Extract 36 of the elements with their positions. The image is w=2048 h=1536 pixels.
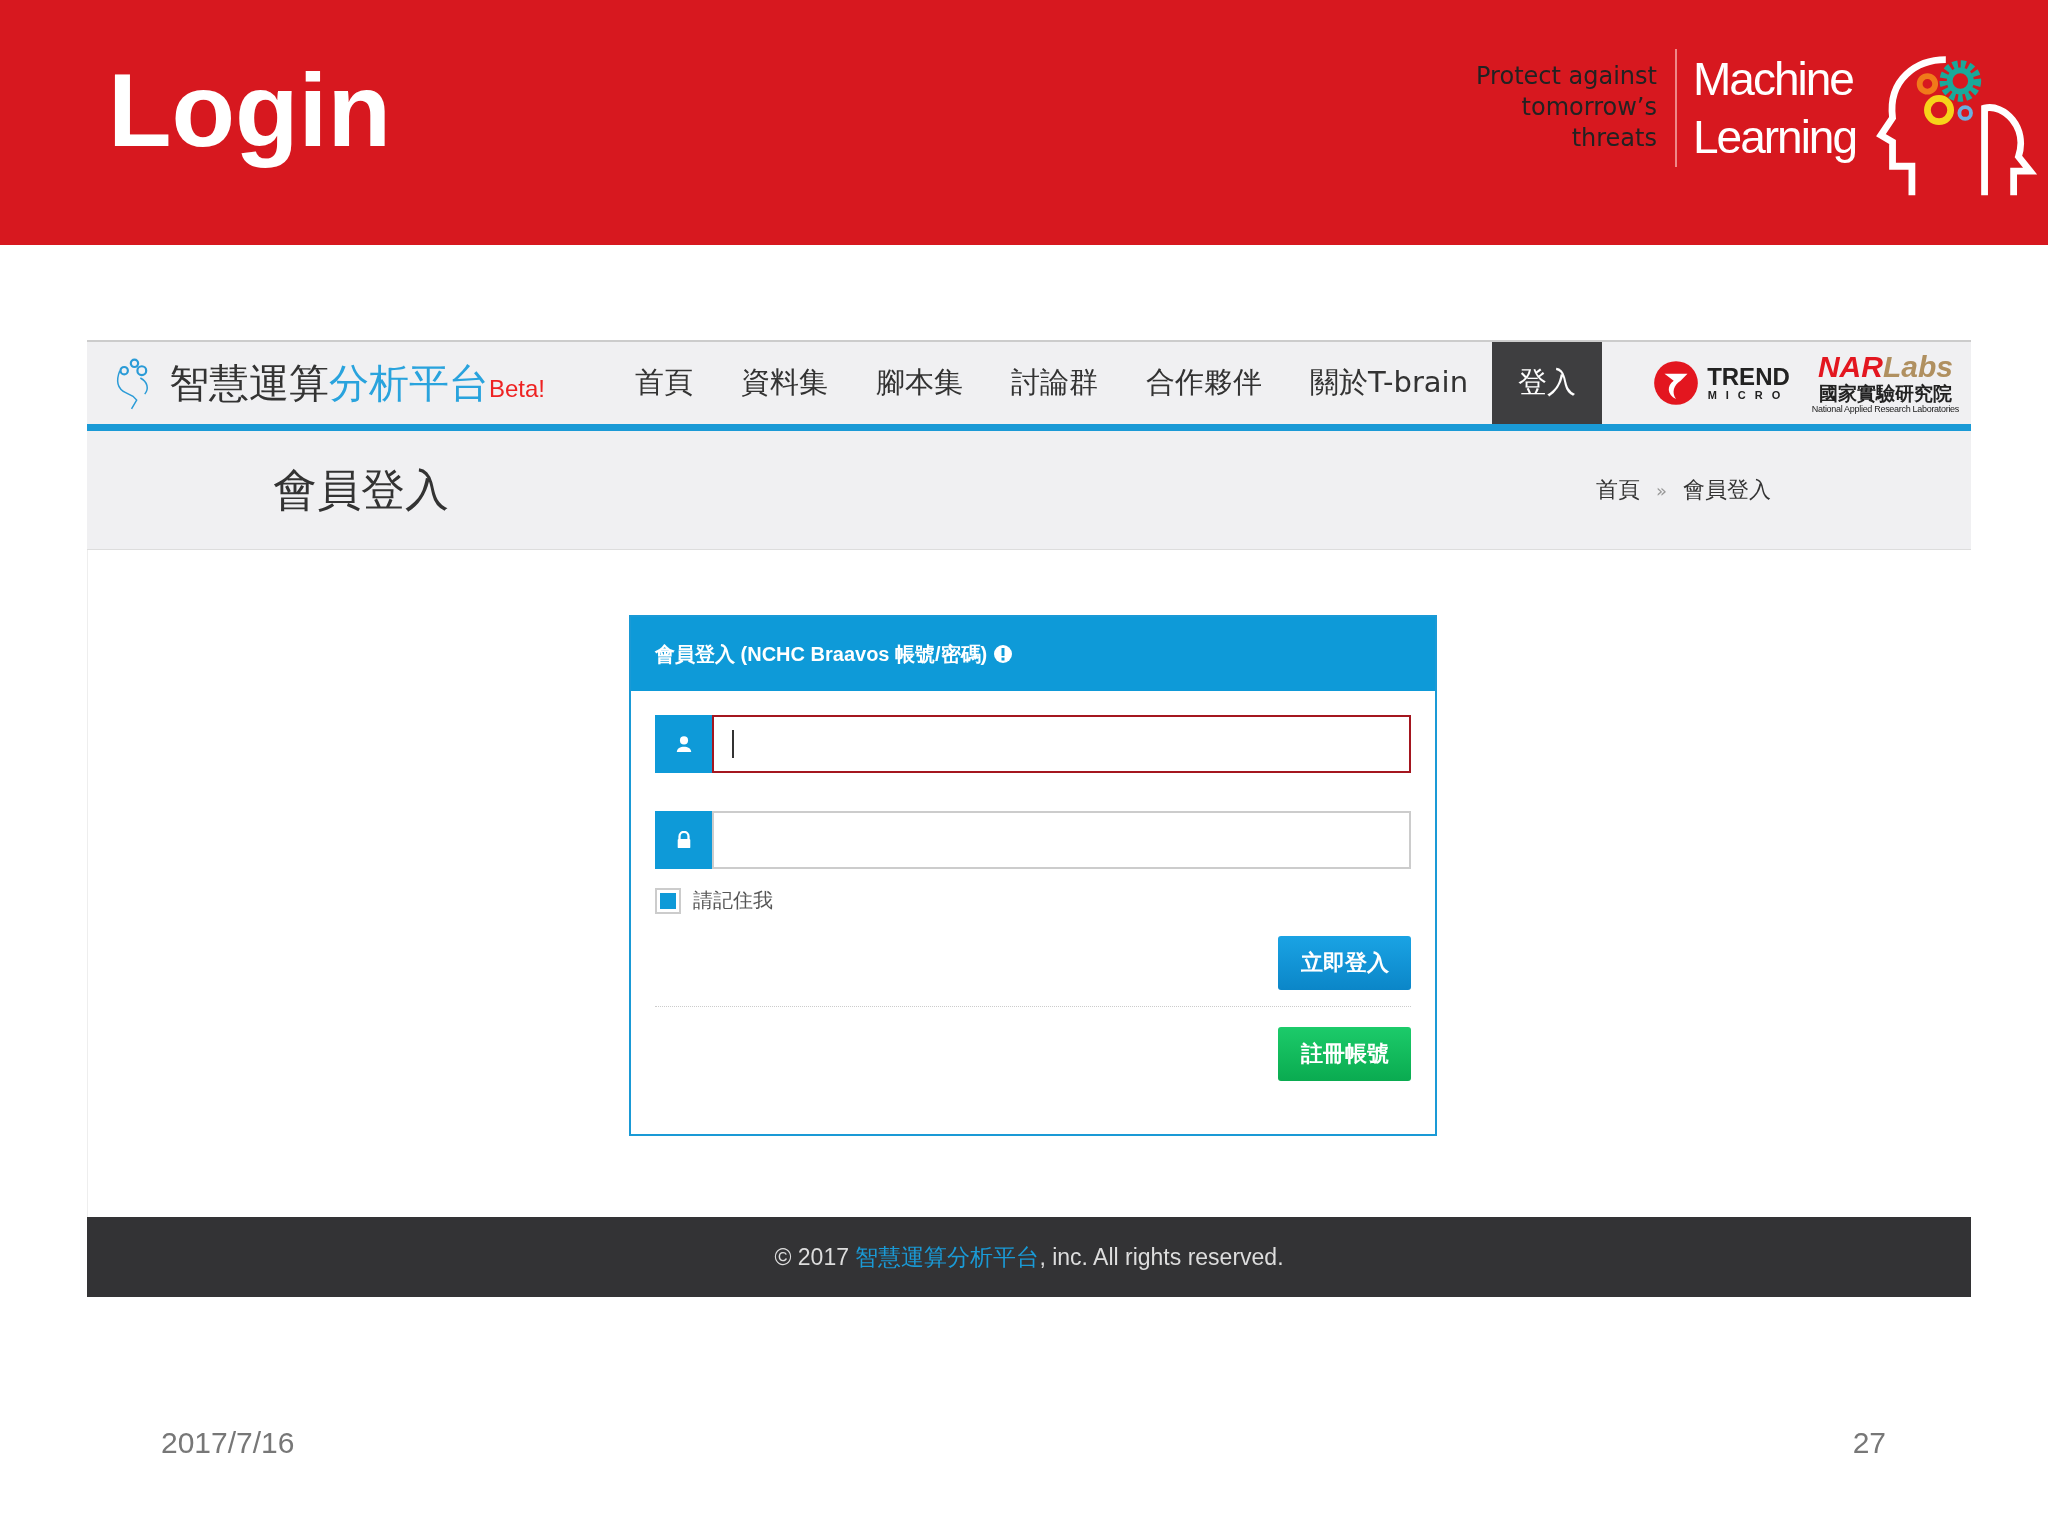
- nav-item[interactable]: 資料集: [717, 342, 852, 424]
- username-field[interactable]: [712, 715, 1411, 773]
- nav-item[interactable]: 合作夥伴: [1122, 342, 1286, 424]
- lock-icon: [655, 811, 712, 869]
- tagline-text: threats: [1571, 123, 1657, 154]
- info-icon[interactable]: [993, 644, 1014, 664]
- brand-text: Machine: [1693, 51, 1854, 107]
- partner-logo-text: MICRO: [1707, 388, 1790, 402]
- user-icon: [655, 715, 712, 773]
- breadcrumb-separator: »: [1656, 479, 1667, 501]
- nav-item[interactable]: 腳本集: [852, 342, 987, 424]
- page-number: 27: [1852, 1426, 1886, 1461]
- tagline-text: tomorrow’s: [1521, 92, 1657, 123]
- slide-date: 2017/7/16: [161, 1426, 295, 1461]
- page-title: 會員登入: [273, 462, 450, 517]
- partner-logo-text: TREND: [1707, 364, 1790, 389]
- slide-title: Login: [108, 50, 392, 170]
- nav-item[interactable]: 討論群: [987, 342, 1122, 424]
- breadcrumb-link[interactable]: 首頁: [1596, 475, 1640, 505]
- nav-item[interactable]: 關於T-brain: [1286, 342, 1493, 424]
- remember-label: 請記住我: [693, 887, 773, 914]
- password-field[interactable]: [712, 811, 1411, 869]
- nav-item[interactable]: 登入: [1492, 342, 1603, 424]
- partner-logo-text: NARLabs: [1817, 351, 1953, 382]
- swirl-logo-icon: [1653, 360, 1700, 406]
- brand-text: Learning: [1693, 109, 1858, 165]
- partner-logo-text: National Applied Research Laboratories: [1811, 403, 1959, 415]
- footer-link[interactable]: 智慧運算分析平台: [855, 1243, 1040, 1270]
- panel-title: 會員登入 (NCHC Braavos 帳號/密碼): [655, 641, 988, 667]
- nav-item[interactable]: 首頁: [611, 342, 717, 424]
- partner-logo-text: 國家實驗研究院: [1818, 381, 1952, 404]
- remember-checkbox[interactable]: [655, 887, 681, 914]
- site-logo-text[interactable]: 智慧運算分析平台 Beta!: [169, 355, 546, 411]
- tagline-text: Protect against: [1476, 61, 1657, 92]
- copyright-text: © 2017 智慧運算分析平台, inc. All rights reserved.: [774, 1242, 1284, 1272]
- breadcrumb-current: 會員登入: [1683, 476, 1771, 504]
